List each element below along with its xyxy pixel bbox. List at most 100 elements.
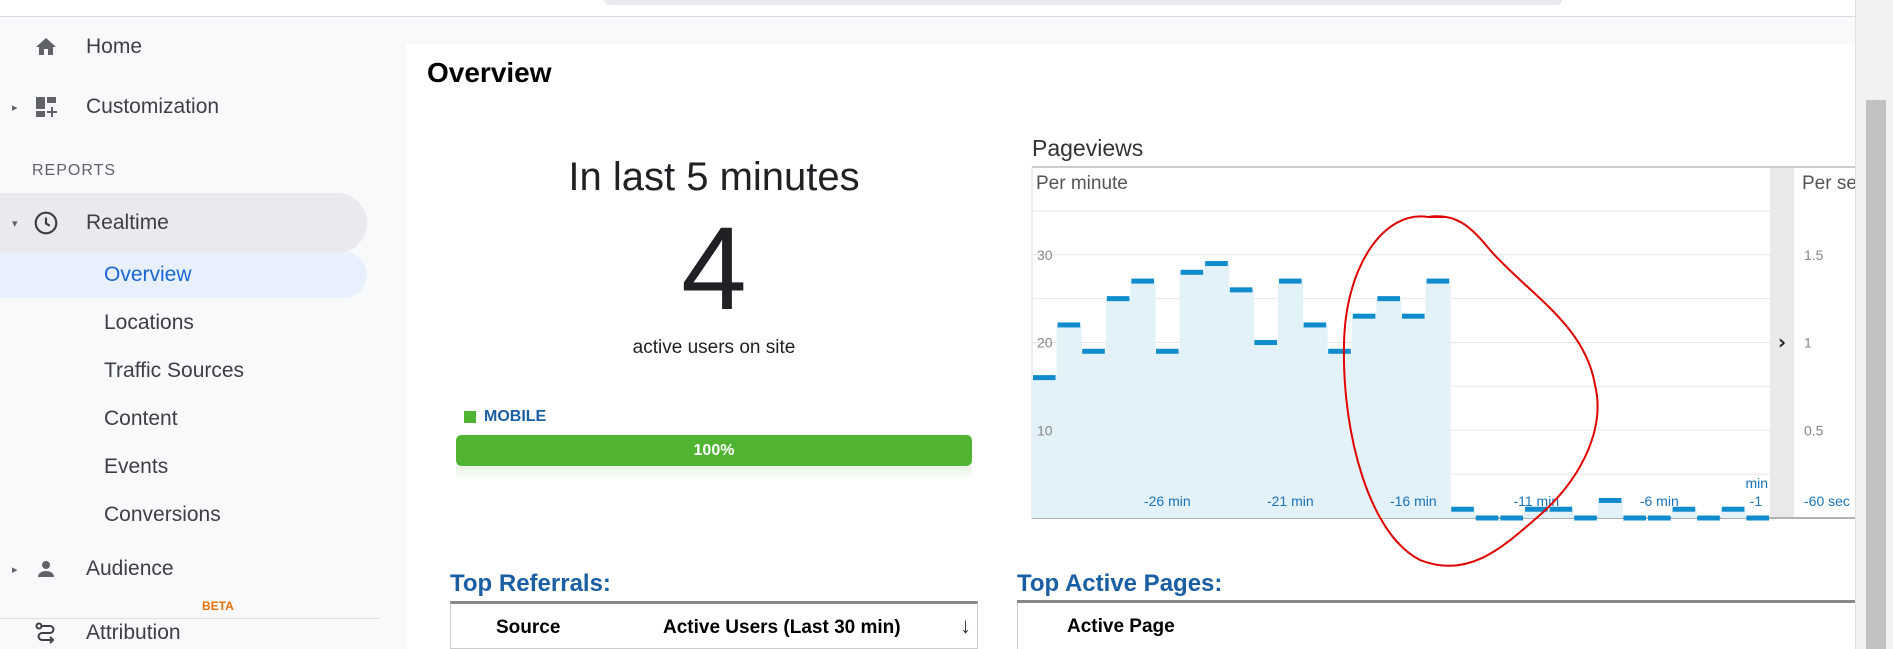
bar-value-mark bbox=[1205, 261, 1228, 267]
x-tick-label: -11 min bbox=[1513, 493, 1559, 509]
bar-value-mark bbox=[1254, 340, 1277, 345]
x-tick-label: -6 min bbox=[1640, 493, 1679, 509]
top-bar bbox=[0, 0, 1855, 17]
nav-realtime-overview[interactable]: Overview bbox=[0, 252, 367, 298]
bar-value-mark bbox=[1180, 269, 1204, 275]
scrollbar-thumb[interactable] bbox=[1866, 100, 1886, 649]
x-tick-label: -16 min bbox=[1390, 493, 1437, 509]
realtime-heading: In last 5 minutes bbox=[568, 155, 860, 199]
home-icon bbox=[33, 34, 59, 60]
bar-fill-area bbox=[1302, 324, 1328, 518]
bar-value-mark bbox=[1082, 348, 1105, 354]
bar-fill-area bbox=[1327, 351, 1353, 518]
search-bar[interactable] bbox=[604, 0, 1562, 5]
bar-value-mark bbox=[1746, 515, 1769, 521]
x-tick-label: -26 min bbox=[1144, 493, 1191, 509]
mobile-bar-fill: 100% bbox=[456, 435, 972, 466]
mobile-percentage: 100% bbox=[693, 441, 735, 459]
bar-fill-area bbox=[1425, 281, 1451, 518]
bar-value-mark bbox=[1328, 348, 1351, 354]
top-referrals-table: Source Active Users (Last 30 min) ↓ bbox=[450, 601, 978, 649]
nav-realtime-conversions[interactable]: Conversions bbox=[0, 492, 367, 538]
bar-value-mark bbox=[1500, 515, 1523, 521]
nav-customization[interactable]: ▸ Customization bbox=[0, 84, 404, 130]
nav-overview-label: Overview bbox=[104, 263, 192, 286]
right-x-tick-label: -60 sec bbox=[1804, 493, 1850, 509]
bar-fill-area bbox=[1376, 298, 1402, 518]
bar-fill-area bbox=[1204, 263, 1230, 518]
bar-fill-area bbox=[1130, 281, 1156, 518]
bar-value-mark bbox=[1303, 322, 1327, 328]
nav-realtime-locations[interactable]: Locations bbox=[0, 300, 367, 346]
mobile-label[interactable]: MOBILE bbox=[484, 408, 546, 426]
bar-value-mark bbox=[1402, 313, 1425, 319]
column-header-active-users[interactable]: Active Users (Last 30 min) bbox=[663, 617, 901, 639]
right-y-tick-label: 0.5 bbox=[1804, 422, 1824, 438]
nav-traffic-sources-label: Traffic Sources bbox=[104, 359, 245, 382]
bar-value-mark bbox=[1697, 515, 1720, 521]
nav-realtime-events[interactable]: Events bbox=[0, 444, 367, 490]
top-active-pages-table: Active Page bbox=[1017, 600, 1855, 649]
vertical-scrollbar[interactable] bbox=[1855, 0, 1893, 649]
nav-attribution-label: Attribution bbox=[86, 621, 181, 644]
per-second-label: Per se bbox=[1802, 173, 1855, 194]
clock-icon bbox=[33, 210, 59, 236]
reports-section-header: REPORTS bbox=[32, 162, 117, 179]
device-legend: MOBILE bbox=[464, 408, 546, 426]
bar-reflection bbox=[456, 466, 972, 480]
sidebar: Home ▸ Customization REPORTS ▾ Realtime … bbox=[0, 17, 404, 649]
bar-fill-area bbox=[1032, 377, 1058, 518]
nav-content-label: Content bbox=[104, 407, 178, 430]
nav-audience[interactable]: ▸ Audience bbox=[0, 546, 404, 592]
nav-home[interactable]: Home bbox=[0, 24, 404, 70]
bar-fill-area bbox=[1351, 316, 1377, 518]
y-tick-label: 20 bbox=[1037, 335, 1053, 351]
y-tick-label: 10 bbox=[1037, 422, 1053, 438]
chart-area bbox=[1032, 263, 1746, 518]
active-users-count: 4 bbox=[681, 203, 747, 335]
top-referrals-title: Top Referrals: bbox=[450, 570, 611, 597]
nav-conversions-label: Conversions bbox=[104, 503, 221, 526]
bar-value-mark bbox=[1057, 322, 1081, 328]
bar-fill-area bbox=[1081, 351, 1107, 518]
bar-fill-area bbox=[1105, 298, 1131, 518]
caret-right-icon: ▸ bbox=[12, 563, 18, 576]
person-icon bbox=[33, 556, 59, 582]
bar-value-mark bbox=[1279, 278, 1302, 284]
y-tick-label: 30 bbox=[1037, 247, 1053, 263]
sort-descending-icon[interactable]: ↓ bbox=[960, 613, 971, 639]
route-icon bbox=[33, 620, 59, 646]
per-minute-label: Per minute bbox=[1036, 173, 1128, 194]
top-active-pages-title: Top Active Pages: bbox=[1017, 570, 1223, 597]
column-header-source[interactable]: Source bbox=[496, 617, 560, 639]
nav-realtime-label: Realtime bbox=[86, 211, 169, 234]
beta-badge: BETA bbox=[202, 599, 234, 613]
bar-value-mark bbox=[1352, 313, 1376, 319]
analytics-page: Home ▸ Customization REPORTS ▾ Realtime … bbox=[0, 0, 1893, 649]
bar-fill-area bbox=[1179, 272, 1205, 518]
table-border bbox=[1017, 603, 1018, 649]
nav-realtime-traffic-sources[interactable]: Traffic Sources bbox=[0, 348, 367, 394]
nav-locations-label: Locations bbox=[104, 311, 194, 334]
bar-value-mark bbox=[1574, 515, 1597, 521]
bar-value-mark bbox=[1156, 348, 1179, 354]
bar-value-mark bbox=[1131, 278, 1154, 284]
bar-value-mark bbox=[1377, 296, 1400, 302]
x-tick-label: -21 min bbox=[1267, 493, 1314, 509]
bar-value-mark bbox=[1623, 515, 1646, 521]
right-y-tick-label: 1 bbox=[1804, 335, 1812, 351]
nav-attribution[interactable]: Attribution bbox=[0, 610, 404, 649]
device-bar[interactable]: 100% bbox=[456, 435, 972, 466]
bar-value-mark bbox=[1648, 515, 1671, 521]
bar-fill-area bbox=[1401, 316, 1427, 518]
pageviews-title: Pageviews bbox=[1032, 135, 1144, 161]
caret-down-icon: ▾ bbox=[12, 217, 18, 230]
nav-realtime-content[interactable]: Content bbox=[0, 396, 367, 442]
x-tick-label: -1 bbox=[1750, 493, 1763, 509]
nav-home-label: Home bbox=[86, 35, 143, 58]
nav-realtime[interactable]: ▾ Realtime bbox=[0, 193, 367, 253]
bar-value-mark bbox=[1475, 515, 1499, 521]
bar-fill-area bbox=[1056, 324, 1082, 518]
column-header-active-page[interactable]: Active Page bbox=[1067, 616, 1175, 638]
bar-value-mark bbox=[1426, 278, 1450, 284]
